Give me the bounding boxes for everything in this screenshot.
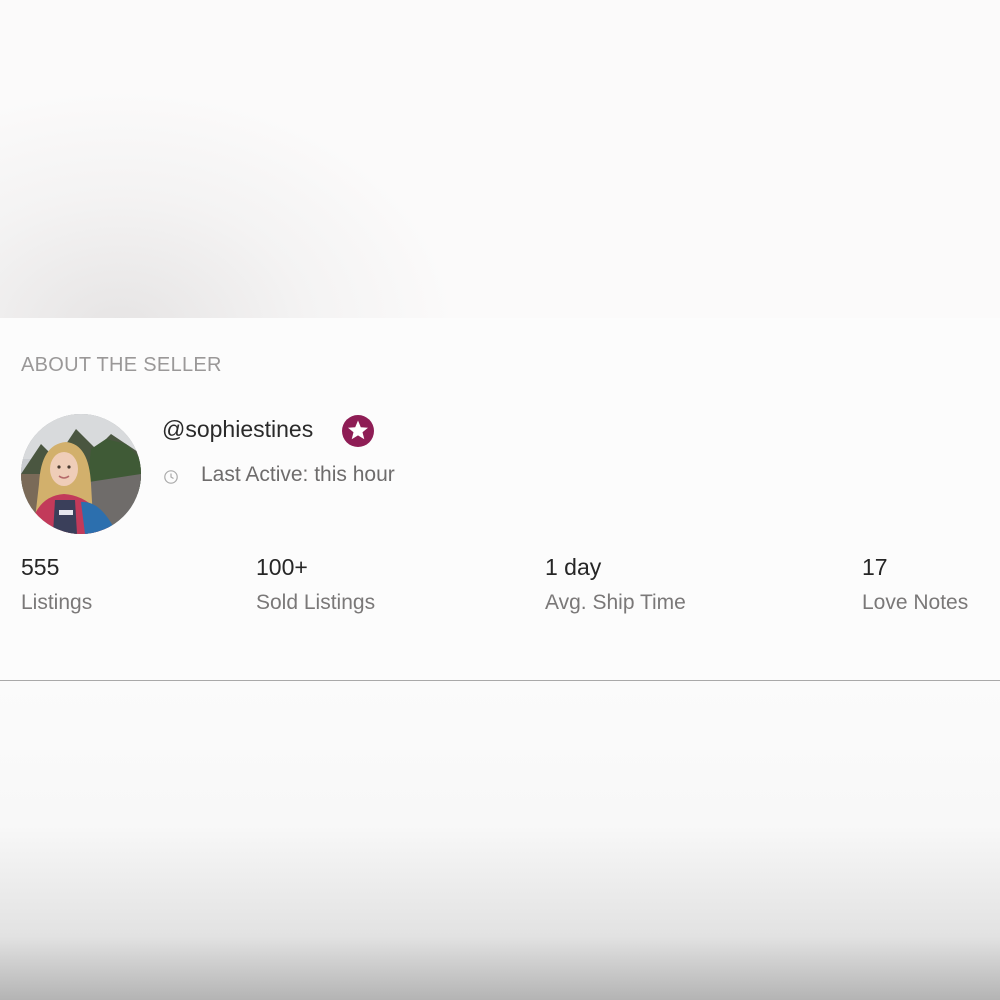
seller-username[interactable]: @sophiestines [162,416,313,443]
about-seller-card: ABOUT THE SELLER @sophiestines Last Acti… [0,318,1000,681]
stat-value: 555 [21,554,60,580]
last-active-status: Last Active: this hour [201,463,395,486]
seller-avatar[interactable] [21,414,141,534]
stat-value: 100+ [256,554,308,580]
image-backdrop-bottom [0,682,1000,1000]
stat-love-notes[interactable]: 17 Love Notes [862,552,968,615]
stat-listings[interactable]: 555 Listings [21,552,92,615]
stat-sold-listings[interactable]: 100+ Sold Listings [256,552,375,615]
stat-label: Love Notes [862,591,969,614]
stat-avg-ship-time: 1 day Avg. Ship Time [545,552,686,615]
image-backdrop-top [0,0,1000,318]
section-title: ABOUT THE SELLER [21,354,222,376]
stat-value: 1 day [545,554,602,580]
stat-label: Sold Listings [256,591,376,614]
stat-label: Avg. Ship Time [545,591,686,614]
star-badge-icon [342,415,374,447]
stat-label: Listings [21,591,93,614]
stat-value: 17 [862,554,888,580]
avatar-photo [21,414,141,534]
clock-icon [164,470,178,484]
